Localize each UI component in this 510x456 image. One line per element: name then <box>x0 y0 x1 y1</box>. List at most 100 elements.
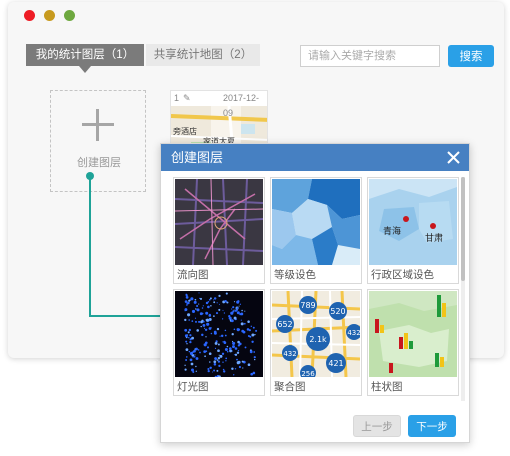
layer-type-grid: 流向图 等级设色 青海 甘肃 行政区域设色 灯光图 789 520 652 2.… <box>173 177 459 401</box>
light-point <box>202 323 206 327</box>
next-step-button[interactable]: 下一步 <box>408 415 456 437</box>
close-icon[interactable] <box>446 150 461 165</box>
light-point <box>235 318 238 320</box>
search-button[interactable]: 搜索 <box>448 45 494 67</box>
light-point <box>223 312 226 314</box>
light-point <box>206 322 210 326</box>
minimize-window-dot[interactable] <box>44 10 55 21</box>
light-point <box>205 311 209 315</box>
light-point <box>207 367 210 371</box>
light-point <box>231 367 234 371</box>
light-point <box>184 334 188 338</box>
light-point <box>219 354 223 358</box>
light-point <box>201 333 204 337</box>
light-point <box>236 309 239 311</box>
light-point <box>190 362 194 366</box>
light-point <box>209 361 211 363</box>
light-point <box>204 355 206 358</box>
light-point <box>247 363 251 367</box>
cluster-count: 2.1k <box>309 335 327 344</box>
light-point <box>239 303 242 305</box>
tile-flow-map[interactable]: 流向图 <box>173 177 265 284</box>
cluster-count: 421 <box>328 359 343 368</box>
tile-admin-region[interactable]: 青海 甘肃 行政区域设色 <box>367 177 459 284</box>
tile-label: 聚合图 <box>274 381 306 393</box>
light-point <box>216 302 218 304</box>
light-point <box>199 297 203 300</box>
light-point <box>195 365 197 368</box>
tile-label: 灯光图 <box>177 381 209 393</box>
light-point <box>225 360 227 362</box>
tile-light-map[interactable]: 灯光图 <box>173 289 265 396</box>
light-point <box>218 308 221 311</box>
light-point <box>185 359 188 361</box>
light-point <box>252 371 256 375</box>
light-point <box>205 319 207 321</box>
light-point <box>234 353 238 356</box>
light-point <box>217 343 220 346</box>
light-point <box>230 311 234 315</box>
light-point <box>238 365 241 369</box>
tile-bar-map[interactable]: 柱状图 <box>367 289 459 396</box>
tab-shared-layers[interactable]: 共享统计地图（2） <box>146 44 260 66</box>
light-point <box>207 301 210 303</box>
light-point <box>185 294 188 297</box>
create-layer-card[interactable]: 创建图层 <box>50 90 146 192</box>
light-point <box>237 340 240 344</box>
light-point <box>189 340 192 344</box>
light-point <box>236 358 238 361</box>
light-point <box>194 317 197 319</box>
previous-step-button[interactable]: 上一步 <box>353 415 401 437</box>
light-point <box>222 309 224 311</box>
maximize-window-dot[interactable] <box>64 10 75 21</box>
light-point <box>220 334 224 338</box>
search-input[interactable] <box>300 45 440 67</box>
light-point <box>198 320 201 323</box>
light-point <box>253 358 256 361</box>
cluster-count: 256 <box>301 370 315 377</box>
light-point <box>226 301 229 304</box>
light-point <box>216 327 220 331</box>
light-point <box>186 302 188 305</box>
edit-icon[interactable]: ✎ <box>183 91 191 106</box>
light-point <box>251 340 254 343</box>
connector-line-horizontal <box>89 315 161 317</box>
tile-graduated-color[interactable]: 等级设色 <box>270 177 362 284</box>
close-window-dot[interactable] <box>24 10 35 21</box>
light-point <box>203 350 207 353</box>
light-point <box>222 341 224 343</box>
light-point <box>231 333 234 336</box>
scrollbar-thumb[interactable] <box>461 177 465 281</box>
light-point <box>185 340 188 343</box>
light-point <box>189 351 194 356</box>
light-point <box>191 320 194 322</box>
light-point <box>221 352 225 355</box>
dialog-scrollbar[interactable] <box>461 177 465 401</box>
light-point <box>213 363 217 366</box>
light-point <box>213 297 217 300</box>
light-point <box>242 367 244 369</box>
light-point <box>223 341 227 345</box>
light-point <box>197 349 200 351</box>
light-point <box>237 344 241 347</box>
light-point <box>236 307 239 310</box>
map-label-0: 旁酒店 <box>173 126 197 136</box>
light-point <box>217 349 220 353</box>
light-point <box>193 300 197 304</box>
light-point <box>240 322 244 326</box>
layer-date: 2017-12-09 <box>223 93 260 118</box>
light-point <box>188 328 191 332</box>
tab-my-layers[interactable]: 我的统计图层（1） <box>26 44 144 73</box>
light-point <box>230 319 234 323</box>
light-point <box>217 357 221 360</box>
light-point <box>237 349 240 352</box>
region-label-left: 青海 <box>383 225 401 237</box>
light-point <box>226 345 229 348</box>
tile-label: 等级设色 <box>274 269 316 281</box>
light-point <box>196 304 199 308</box>
light-point <box>204 341 208 345</box>
tile-cluster-map[interactable]: 789 520 652 2.1k 432 432 256 421 聚合图 <box>270 289 362 396</box>
light-point <box>194 298 197 301</box>
light-point <box>228 347 232 350</box>
light-point <box>236 361 240 365</box>
